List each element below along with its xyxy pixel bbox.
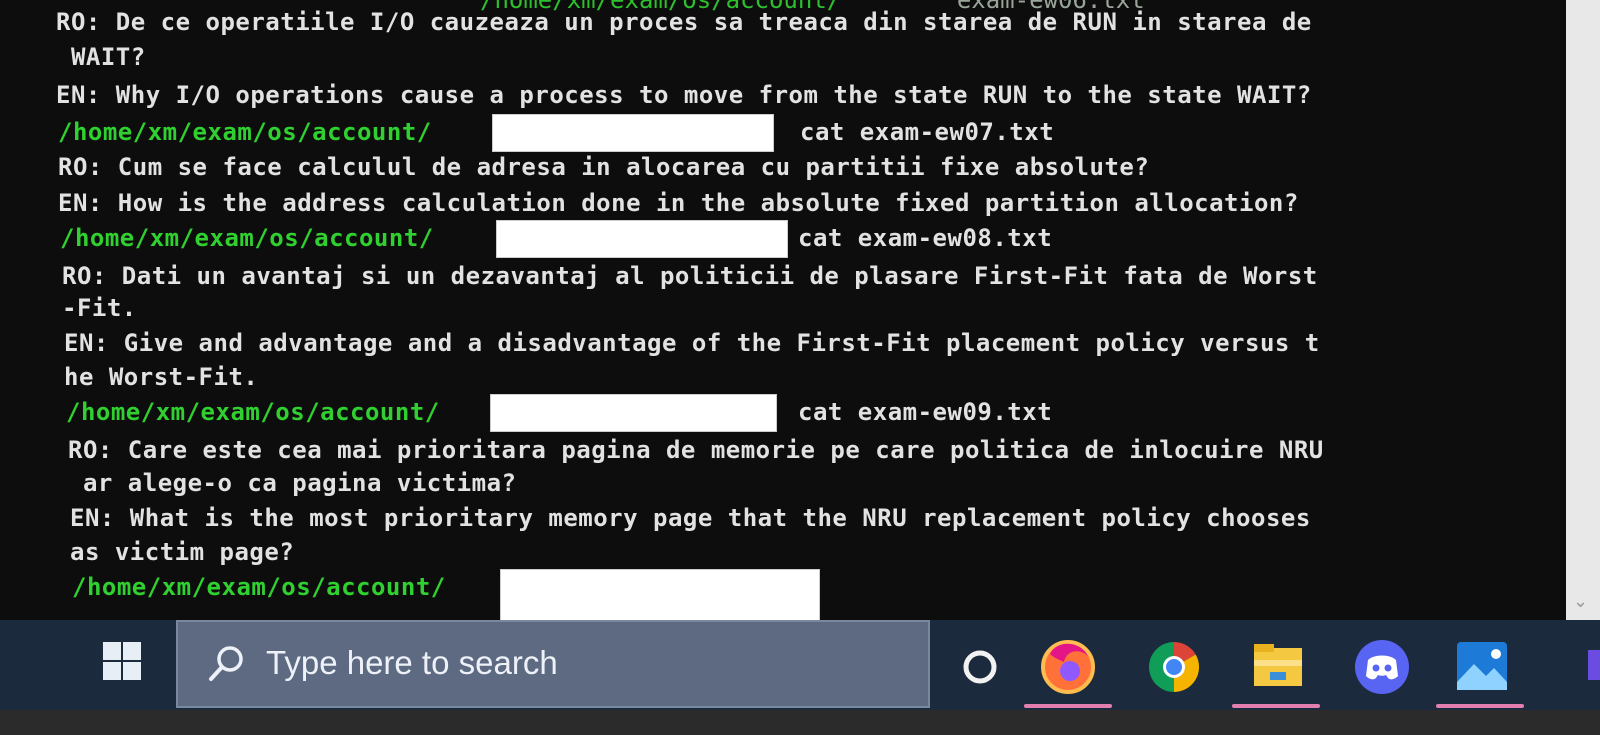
shell-prompt-line: /home/xm/exam/os/account/ (58, 118, 432, 146)
terminal-output-line: as victim page? (70, 538, 295, 566)
scroll-down-arrow-icon[interactable]: ⌄ (1573, 591, 1588, 612)
terminal-output-line: RO: Dati un avantaj si un dezavantaj al … (62, 262, 1318, 290)
prompt-path: /home/xm/exam/os/account/ (58, 118, 432, 146)
search-icon (209, 646, 243, 681)
windows-taskbar: Type here to search (0, 620, 1600, 710)
taskbar-search-box[interactable]: Type here to search (176, 620, 930, 708)
terminal-scrollbar[interactable]: ⌄ (1566, 0, 1600, 620)
command-text: cat exam-ew07.txt (800, 118, 1055, 146)
terminal-output-line: ar alege-o ca pagina victima? (68, 469, 517, 497)
prompt-path: /home/xm/exam/os/account/ (66, 398, 440, 426)
redacted-username-box (492, 114, 774, 152)
chrome-icon[interactable] (1144, 634, 1204, 694)
terminal-output-line: -Fit. (62, 294, 137, 322)
discord-icon[interactable] (1352, 634, 1412, 694)
monitor-bezel (0, 710, 1600, 735)
prompt-path: /home/xm/exam/os/account/ (72, 573, 446, 601)
shell-prompt-line: /home/xm/exam/os/account/ (72, 573, 446, 601)
terminal-output-line: EN: Give and advantage and a disadvantag… (64, 329, 1320, 357)
command-text: cat exam-ew09.txt (798, 398, 1053, 426)
cortana-icon[interactable] (950, 634, 1010, 694)
terminal-window[interactable]: /home/xm/exam/os/account/ exam-ew06.txt … (0, 0, 1600, 620)
shell-prompt-line: /home/xm/exam/os/account/ (66, 398, 440, 426)
terminal-output-line: WAIT? (56, 43, 146, 71)
explorer-active-indicator (1232, 704, 1320, 708)
prompt-path: /home/xm/exam/os/account/ (60, 224, 434, 252)
file-explorer-icon[interactable] (1248, 634, 1308, 694)
terminal-output-line: RO: De ce operatiile I/O cauzeaza un pro… (56, 8, 1312, 36)
terminal-output-line: EN: What is the most prioritary memory p… (70, 504, 1311, 532)
command-text: cat exam-ew08.txt (798, 224, 1053, 252)
shell-prompt-line: /home/xm/exam/os/account/ (60, 224, 434, 252)
taskbar-overflow-app-icon[interactable] (1588, 650, 1600, 680)
terminal-output-line: RO: Cum se face calculul de adresa in al… (58, 153, 1150, 181)
windows-start-icon[interactable] (103, 642, 141, 680)
photos-active-indicator (1436, 704, 1524, 708)
terminal-output-line: RO: Care este cea mai prioritara pagina … (68, 436, 1324, 464)
terminal-output-line: EN: How is the address calculation done … (58, 189, 1299, 217)
search-placeholder: Type here to search (266, 644, 558, 681)
redacted-username-box (490, 394, 777, 432)
firefox-active-indicator (1024, 704, 1112, 708)
terminal-output-line: EN: Why I/O operations cause a process t… (56, 81, 1312, 109)
photos-icon[interactable] (1452, 634, 1512, 694)
firefox-icon[interactable] (1038, 634, 1098, 694)
redacted-username-box (496, 220, 788, 258)
terminal-output-line: he Worst-Fit. (64, 363, 259, 391)
redacted-username-box (500, 569, 820, 620)
